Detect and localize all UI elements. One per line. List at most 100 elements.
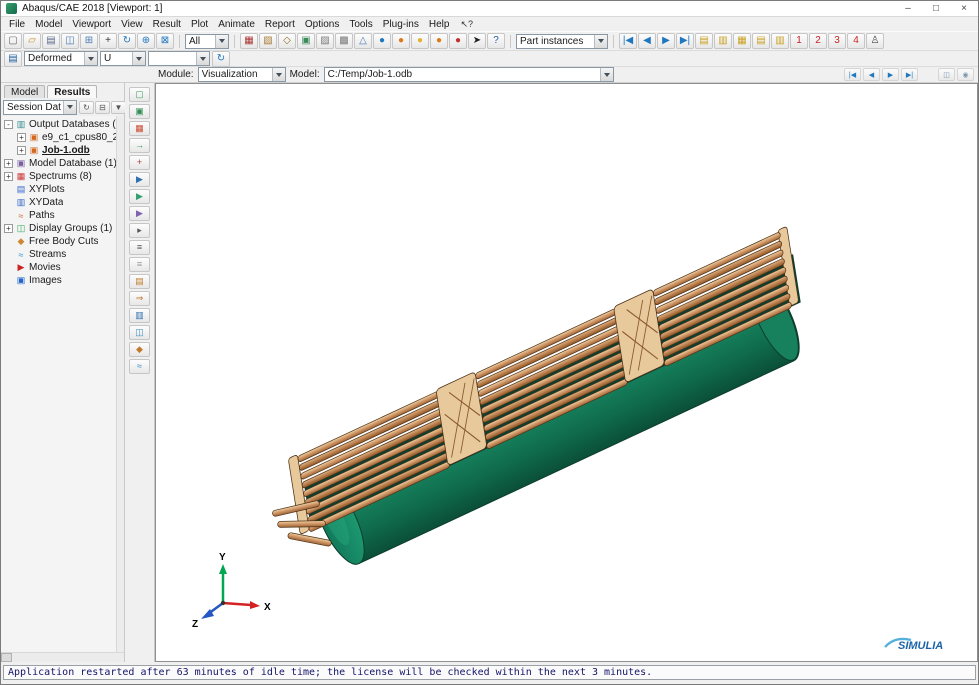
render-wireframe-icon[interactable]: ▩ (335, 33, 353, 49)
tree-output-databases[interactable]: - ▥ Output Databases (2) (1, 118, 116, 131)
menu-help[interactable]: Help (424, 19, 455, 30)
tree-expander-icon[interactable] (4, 237, 13, 246)
free-body-table-icon[interactable]: ▥ (771, 33, 789, 49)
color-code-orange2-icon[interactable]: ● (430, 33, 448, 49)
tree-expander-icon[interactable]: + (4, 159, 13, 168)
result-field-output-icon[interactable]: ▥ (129, 308, 150, 323)
dropdown-arrow-icon[interactable] (132, 52, 145, 65)
pan-view-icon[interactable]: + (99, 33, 117, 49)
tree-vertical-scrollbar[interactable] (116, 116, 124, 652)
session-data-combobox[interactable]: Session Data (3, 100, 77, 115)
tree-odb-e9[interactable]: + ▣ e9_c1_cpus80_20161563998183.248.odb (1, 131, 116, 144)
menu-plot[interactable]: Plot (186, 19, 213, 30)
field-output-table-icon[interactable]: ▤ (695, 33, 713, 49)
tree-expander-icon[interactable] (4, 185, 13, 194)
minimize-button[interactable]: – (894, 1, 922, 16)
tree-odb-job1[interactable]: + ▣ Job-1.odb (1, 144, 116, 157)
tree-refresh-button[interactable]: ↻ (79, 101, 94, 114)
menu-plugins[interactable]: Plug-ins (378, 19, 424, 30)
scrollbar-thumb[interactable] (1, 653, 12, 662)
tree-xyplots[interactable]: ▤ XYPlots (1, 183, 116, 196)
tree-xydata[interactable]: ▥ XYData (1, 196, 116, 209)
tree-images[interactable]: ▣ Images (1, 274, 116, 287)
tree-expander-icon[interactable] (4, 198, 13, 207)
print-icon[interactable]: ▤ (42, 33, 60, 49)
context-help-icon[interactable]: ↖? (460, 19, 473, 30)
next-image-button[interactable]: ▶ (882, 68, 899, 81)
field-output-dialog-button[interactable]: ▤ (4, 51, 22, 67)
tree-spectrums[interactable]: + ▦ Spectrums (8) (1, 170, 116, 183)
new-model-icon[interactable]: ▢ (4, 33, 22, 49)
render-hidden-icon[interactable]: ▨ (316, 33, 334, 49)
tree-filter-button[interactable]: ▼ (111, 101, 126, 114)
perspective-icon[interactable]: △ (354, 33, 372, 49)
tree-expander-icon[interactable] (4, 276, 13, 285)
plot-undeformed-icon[interactable]: ▢ (129, 87, 150, 102)
tree-expander-icon[interactable] (4, 263, 13, 272)
dropdown-arrow-icon[interactable] (272, 68, 285, 81)
last-frame-button[interactable]: ▶| (676, 33, 694, 49)
fit-view-icon[interactable]: ⊠ (156, 33, 174, 49)
render-shaded-icon[interactable]: ▣ (297, 33, 315, 49)
plot-state-combobox[interactable]: Deformed (24, 51, 98, 66)
views-toolbox-icon[interactable]: ◇ (278, 33, 296, 49)
selection-filter-combobox[interactable]: All (185, 34, 229, 49)
zoom-view-icon[interactable]: ⊕ (137, 33, 155, 49)
open-file-icon[interactable]: ▱ (23, 33, 41, 49)
first-frame-button[interactable]: |◀ (619, 33, 637, 49)
symbol-options-icon[interactable]: ⇒ (129, 291, 150, 306)
plot-material-orientations-icon[interactable]: + (129, 155, 150, 170)
edit-selection-icon[interactable]: ▧ (259, 33, 277, 49)
dropdown-arrow-icon[interactable] (600, 68, 613, 81)
model-combobox[interactable]: C:/Temp/Job-1.odb (324, 67, 614, 82)
tree-expander-icon[interactable]: - (4, 120, 13, 129)
first-image-button[interactable]: |◀ (844, 68, 861, 81)
tree-expander-icon[interactable]: + (17, 133, 26, 142)
tab-results[interactable]: Results (47, 85, 97, 98)
section-cut-icon[interactable]: ◫ (129, 325, 150, 340)
tree-movies[interactable]: ▶ Movies (1, 261, 116, 274)
overlay-plot-button[interactable]: ◫ (938, 68, 955, 81)
select-cursor-icon[interactable]: ➤ (468, 33, 486, 49)
display-group-combobox[interactable]: Part instances (516, 34, 608, 49)
maximize-button[interactable]: □ (922, 1, 950, 16)
xy-data-table-icon[interactable]: ▤ (752, 33, 770, 49)
create-viewport-icon[interactable]: ◫ (61, 33, 79, 49)
history-output-table-icon[interactable]: ▥ (714, 33, 732, 49)
info-button[interactable]: ● (373, 33, 391, 49)
menu-options[interactable]: Options (300, 19, 344, 30)
query-info-icon[interactable]: ? (487, 33, 505, 49)
module-combobox[interactable]: Visualization (198, 67, 286, 82)
viewport-canvas[interactable]: Y X Z (156, 84, 978, 662)
select-entities-icon[interactable]: ▦ (240, 33, 258, 49)
common-options-icon[interactable]: ≡ (129, 240, 150, 255)
view-2-button[interactable]: 2 (809, 33, 827, 49)
animate-time-history-icon[interactable]: ▶ (129, 189, 150, 204)
menu-file[interactable]: File (4, 19, 30, 30)
previous-image-button[interactable]: ◀ (863, 68, 880, 81)
tree-paths[interactable]: ≈ Paths (1, 209, 116, 222)
view-3-button[interactable]: 3 (828, 33, 846, 49)
tree-expander-icon[interactable]: + (4, 172, 13, 181)
sync-odb-button[interactable]: ↻ (212, 51, 230, 67)
animate-scale-factor-icon[interactable]: ▶ (129, 172, 150, 187)
dropdown-arrow-icon[interactable] (63, 101, 76, 114)
color-code-orange-icon[interactable]: ● (392, 33, 410, 49)
plot-contours-icon[interactable]: ▦ (129, 121, 150, 136)
tree-collapse-button[interactable]: ⊟ (95, 101, 110, 114)
animate-harmonic-icon[interactable]: ▶ (129, 206, 150, 221)
view-4-button[interactable]: 4 (847, 33, 865, 49)
snapshot-button[interactable]: ◉ (957, 68, 974, 81)
contour-options-icon[interactable]: ▤ (129, 274, 150, 289)
tree-horizontal-scrollbar[interactable] (1, 652, 124, 662)
dropdown-arrow-icon[interactable] (196, 52, 209, 65)
tree-free-body-cuts[interactable]: ◆ Free Body Cuts (1, 235, 116, 248)
plot-deformed-icon[interactable]: ▣ (129, 104, 150, 119)
dropdown-arrow-icon[interactable] (84, 52, 97, 65)
tree-expander-icon[interactable] (4, 211, 13, 220)
color-code-yellow-icon[interactable]: ● (411, 33, 429, 49)
play-animation-button[interactable]: ▶ (657, 33, 675, 49)
free-body-cut-icon[interactable]: ◆ (129, 342, 150, 357)
dropdown-arrow-icon[interactable] (594, 35, 607, 48)
primary-variable-combobox[interactable]: U (100, 51, 146, 66)
